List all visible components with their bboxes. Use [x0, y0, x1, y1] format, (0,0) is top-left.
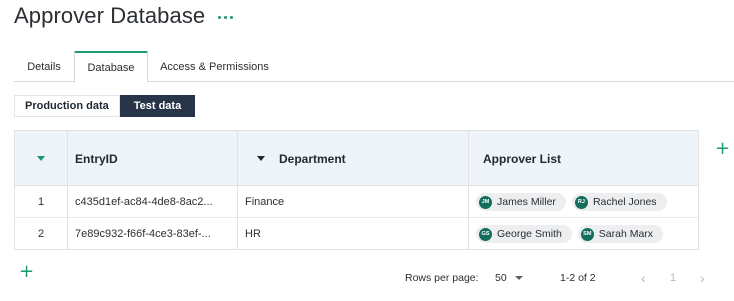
table-row[interactable]: 1 c435d1ef-ac84-4de8-8ac2... Finance JM … [15, 186, 698, 218]
department-cell: Finance [245, 196, 285, 208]
entry-id-cell: 7e89c932-f66f-4ce3-83ef-... [75, 228, 211, 240]
avatar: SM [580, 227, 594, 241]
approver-list-cell: JM James Miller RJ Rachel Jones [476, 186, 698, 218]
data-table: EntryID Department Approver List 1 c435d… [14, 130, 699, 250]
more-options-icon[interactable] [218, 14, 234, 19]
tab-database[interactable]: Database [74, 51, 148, 83]
avatar: JM [479, 195, 492, 209]
production-data-button[interactable]: Production data [14, 95, 120, 117]
approver-chip[interactable]: SM Sarah Marx [577, 225, 664, 243]
current-page[interactable]: 1 [670, 268, 676, 288]
header-expand-cell [15, 131, 67, 186]
approver-name: James Miller [497, 196, 556, 208]
add-column-plus-icon[interactable]: + [715, 140, 730, 158]
tab-access-permissions[interactable]: Access & Permissions [148, 51, 281, 82]
tab-bar: Details Database Access & Permissions [14, 51, 734, 83]
avatar: RJ [574, 195, 588, 209]
pagination-range: 1-2 of 2 [560, 272, 596, 284]
add-row-plus-icon[interactable]: + [19, 263, 34, 281]
department-cell: HR [245, 228, 261, 240]
avatar: GS [479, 227, 492, 241]
rows-per-page-label: Rows per page: [405, 272, 479, 284]
approver-name: Sarah Marx [598, 228, 654, 240]
approver-chip[interactable]: GS George Smith [476, 225, 572, 243]
entry-id-cell: c435d1ef-ac84-4de8-8ac2... [75, 196, 213, 208]
column-header-entryid[interactable]: EntryID [75, 131, 118, 186]
column-header-approver-list[interactable]: Approver List [483, 131, 561, 186]
rows-per-page-value: 50 [495, 272, 507, 284]
approver-chip[interactable]: RJ Rachel Jones [571, 193, 667, 211]
approver-list-cell: GS George Smith SM Sarah Marx [476, 218, 698, 250]
column-header-department[interactable]: Department [257, 131, 346, 186]
table-row[interactable]: 2 7e89c932-f66f-4ce3-83ef-... HR GS Geor… [15, 218, 698, 250]
title-row: Approver Database [14, 3, 234, 29]
caret-down-icon[interactable] [37, 156, 45, 161]
chevron-down-icon [514, 276, 523, 280]
row-number: 1 [37, 196, 45, 208]
sort-caret-down-icon[interactable] [257, 156, 265, 161]
tab-details[interactable]: Details [14, 51, 74, 82]
approver-chip[interactable]: JM James Miller [476, 193, 566, 211]
department-header-label: Department [279, 151, 346, 166]
data-toggle: Production data Test data [14, 95, 196, 117]
next-page-icon[interactable]: › [700, 268, 705, 288]
table-header: EntryID Department Approver List [15, 131, 698, 186]
test-data-button[interactable]: Test data [119, 95, 196, 117]
row-number: 2 [37, 228, 45, 240]
prev-page-icon[interactable]: ‹ [641, 268, 646, 288]
page-title: Approver Database [14, 3, 206, 28]
approver-name: George Smith [497, 228, 562, 240]
approver-name: Rachel Jones [592, 196, 657, 208]
rows-per-page-select[interactable]: 50 [495, 268, 523, 288]
